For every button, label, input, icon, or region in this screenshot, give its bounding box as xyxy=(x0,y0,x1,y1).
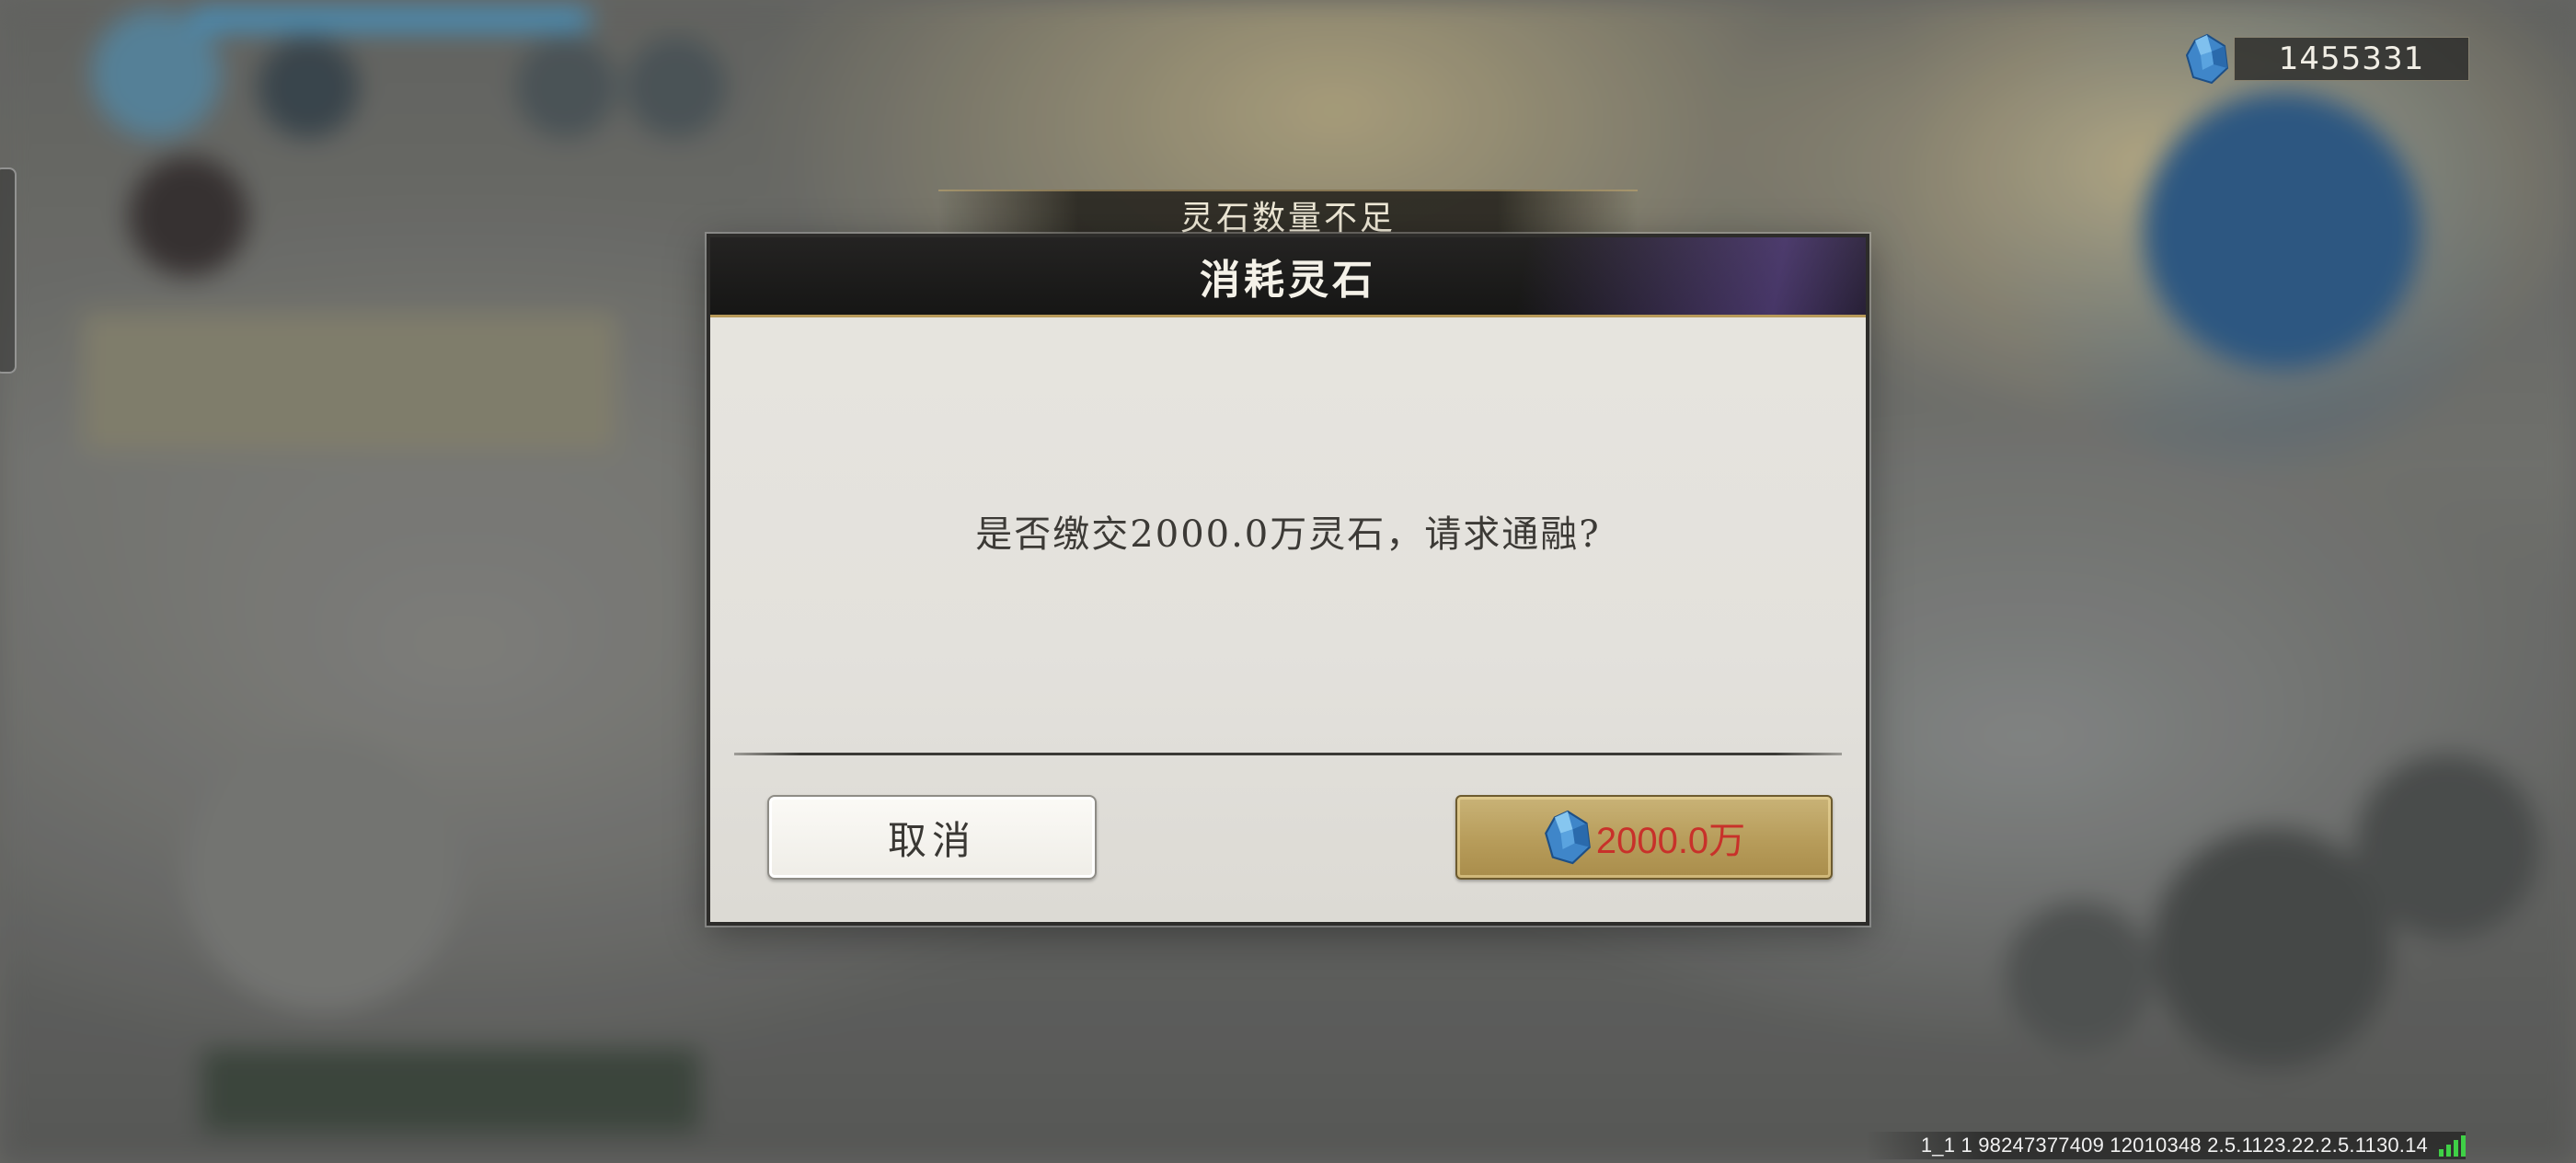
signal-strength-icon xyxy=(2439,1134,2466,1157)
dialog-subtitle: 灵石数量不足 xyxy=(1179,200,1396,237)
currency-display: 1455331 xyxy=(2184,33,2469,85)
spirit-stone-icon xyxy=(2185,33,2229,85)
build-info-text: 1_1 1 98247377409 12010348 2.5.1123.22.2… xyxy=(1920,1134,2428,1157)
build-info-bar: 1_1 1 98247377409 12010348 2.5.1123.22.2… xyxy=(1865,1132,2466,1159)
pay-price-label: 2000.0万 xyxy=(1595,821,1746,861)
cancel-button[interactable]: 取消 xyxy=(767,795,1097,880)
dialog-divider xyxy=(734,753,1842,755)
dialog-title: 消耗灵石 xyxy=(1200,257,1376,304)
dialog-subtitle-ribbon: 灵石数量不足 xyxy=(938,190,1638,239)
spirit-stone-icon xyxy=(1544,810,1591,865)
cancel-button-label: 取消 xyxy=(887,817,976,863)
confirm-dialog: 消耗灵石 是否缴交2000.0万灵石，请求通融? 取消 2000.0万 xyxy=(707,234,1869,926)
pay-spirit-stone-button[interactable]: 2000.0万 xyxy=(1455,795,1833,880)
side-drawer-handle[interactable] xyxy=(0,167,17,374)
currency-amount: 1455331 xyxy=(2234,37,2469,81)
dialog-message: 是否缴交2000.0万灵石，请求通融? xyxy=(975,513,1601,556)
dialog-header: 消耗灵石 xyxy=(710,237,1866,317)
